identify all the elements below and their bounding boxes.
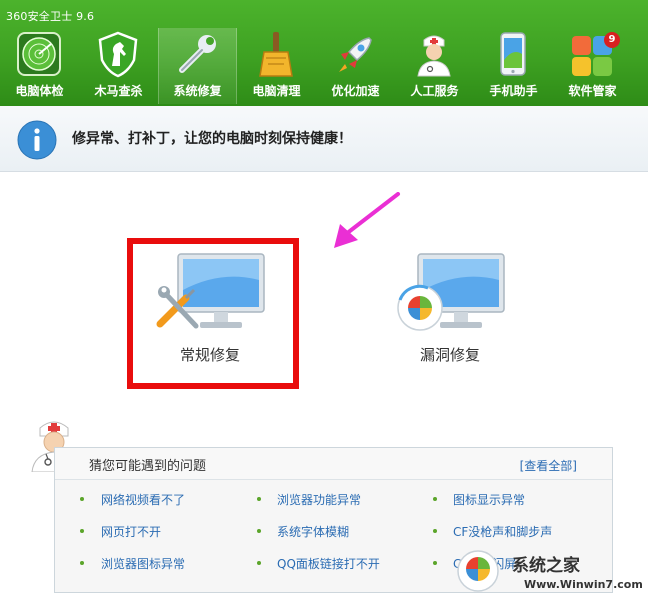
doctor-icon xyxy=(417,35,451,77)
bullet-icon xyxy=(80,529,84,533)
tool-label: 软件管家 xyxy=(568,84,617,98)
broom-icon xyxy=(259,32,293,77)
bullet-icon xyxy=(257,561,261,565)
info-banner: 修异常、打补丁，让您的电脑时刻保持健康！ xyxy=(0,106,648,172)
tool-label: 系统修复 xyxy=(173,84,222,98)
panel-title: 猜您可能遇到的问题 xyxy=(89,459,207,474)
bullet-icon xyxy=(433,497,437,501)
problem-link[interactable]: 图标显示异常 xyxy=(453,491,525,508)
problem-link[interactable]: 网页打不开 xyxy=(101,523,161,540)
horse-shield-icon xyxy=(98,31,138,78)
info-icon xyxy=(17,120,57,160)
top-bar: 360安全卫士 9.6 电脑体检 木马查杀 系统修复 电脑清理 优化加速 人工服… xyxy=(0,0,648,106)
problem-link[interactable]: 系统字体模糊 xyxy=(277,523,349,540)
watermark: 系统之家 Www.Winwin7.com xyxy=(456,547,644,595)
watermark-url: Www.Winwin7.com xyxy=(524,578,643,591)
problem-link[interactable]: 浏览器图标异常 xyxy=(101,555,185,572)
monitor-windows-icon xyxy=(397,253,505,331)
tool-optimize[interactable]: 优化加速 xyxy=(316,28,395,104)
app-title: 360安全卫士 9.6 xyxy=(6,10,95,23)
problem-link[interactable]: CF没枪声和脚步声 xyxy=(453,523,552,540)
bullet-icon xyxy=(257,529,261,533)
annotation-arrow-icon xyxy=(334,192,400,248)
tool-label: 优化加速 xyxy=(331,84,380,98)
tool-trojan-scan[interactable]: 木马查杀 xyxy=(79,28,158,104)
tool-label: 电脑体检 xyxy=(15,84,64,98)
wrench-icon xyxy=(179,35,216,73)
notification-badge: 9 xyxy=(604,32,620,48)
tool-label: 木马查杀 xyxy=(94,84,143,98)
bullet-icon xyxy=(80,497,84,501)
watermark-logo-icon xyxy=(457,550,499,592)
bullet-icon xyxy=(433,529,437,533)
tool-phone-assistant[interactable]: 手机助手 xyxy=(474,28,553,104)
tool-system-repair[interactable]: 系统修复 xyxy=(158,28,237,104)
tool-label: 电脑清理 xyxy=(252,84,301,98)
panel-header: 猜您可能遇到的问题 [查看全部] xyxy=(55,448,612,480)
tool-computer-clean[interactable]: 电脑清理 xyxy=(237,28,316,104)
radar-icon xyxy=(17,32,61,76)
tool-label: 手机助手 xyxy=(489,84,538,98)
tool-software-manager[interactable]: 9 软件管家 xyxy=(553,28,632,104)
tool-computer-check[interactable]: 电脑体检 xyxy=(0,28,79,104)
banner-text: 修异常、打补丁，让您的电脑时刻保持健康！ xyxy=(72,131,352,147)
tool-label: 人工服务 xyxy=(410,84,459,98)
problem-link[interactable]: 网络视频看不了 xyxy=(101,491,185,508)
rocket-icon xyxy=(339,37,372,72)
main-toolbar: 电脑体检 木马查杀 系统修复 电脑清理 优化加速 人工服务 手机助手 9 软件管… xyxy=(0,28,648,104)
bullet-icon xyxy=(257,497,261,501)
view-all-link[interactable]: [查看全部] xyxy=(520,457,577,474)
problem-link[interactable]: 浏览器功能异常 xyxy=(277,491,361,508)
bullet-icon xyxy=(433,561,437,565)
tool-manual-service[interactable]: 人工服务 xyxy=(395,28,474,104)
vulnerability-repair-option[interactable]: 漏洞修复 xyxy=(380,250,520,370)
app-window: 360安全卫士 9.6 电脑体检 木马查杀 系统修复 电脑清理 优化加速 人工服… xyxy=(0,0,648,598)
bullet-icon xyxy=(80,561,84,565)
watermark-title: 系统之家 xyxy=(512,556,580,576)
highlight-frame xyxy=(127,238,299,389)
phone-icon xyxy=(500,32,526,76)
problem-link[interactable]: QQ面板链接打不开 xyxy=(277,555,380,572)
option-label: 漏洞修复 xyxy=(419,346,480,364)
